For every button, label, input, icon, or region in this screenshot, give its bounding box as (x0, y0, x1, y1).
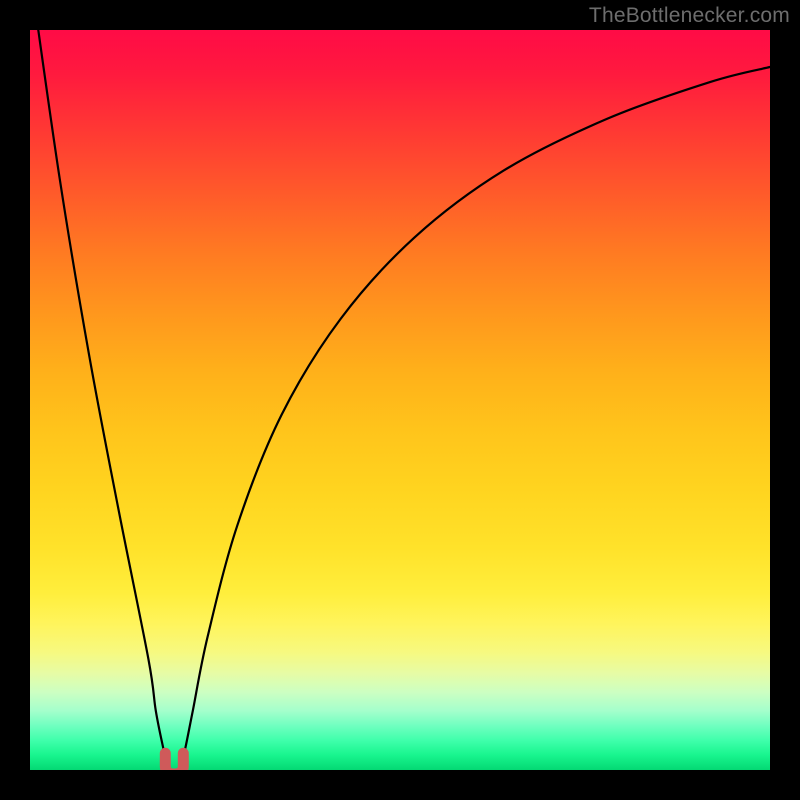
series-left-branch (30, 30, 167, 763)
plot-area (30, 30, 770, 770)
chart-frame: TheBottlenecker.com (0, 0, 800, 800)
valley-marker (165, 753, 183, 770)
chart-svg (30, 30, 770, 770)
series-right-branch (182, 67, 770, 763)
watermark-text: TheBottlenecker.com (589, 4, 790, 28)
valley-marker-path (165, 753, 183, 770)
curve-group (30, 30, 770, 763)
